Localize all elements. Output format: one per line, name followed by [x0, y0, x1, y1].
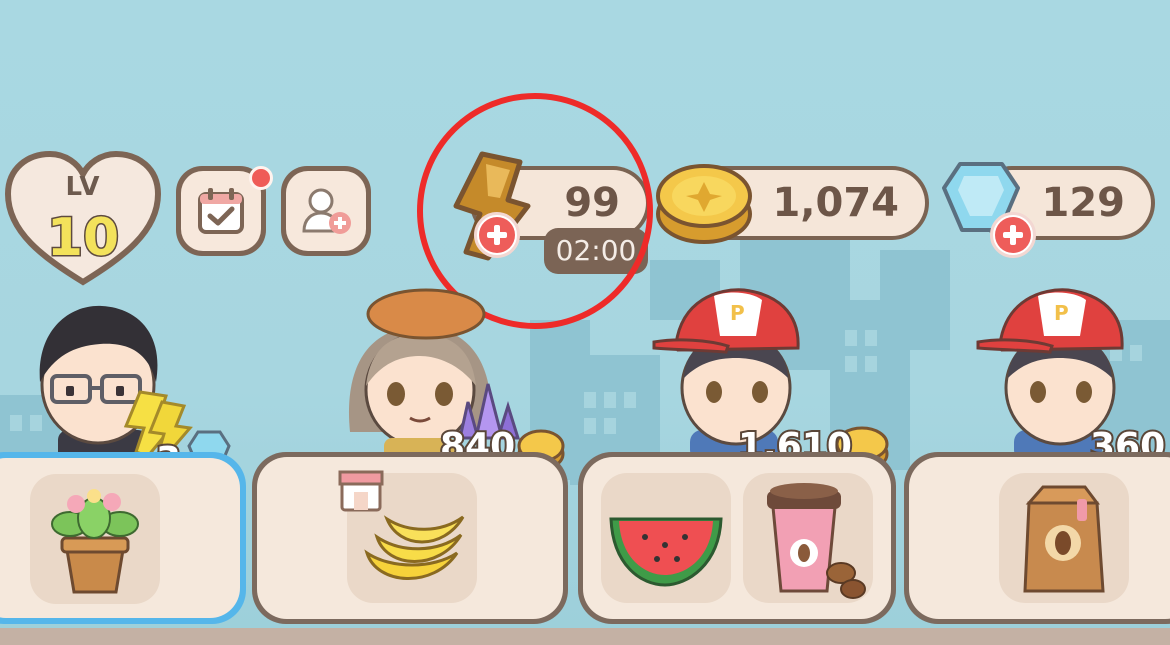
- gem-value: 129: [1041, 180, 1126, 226]
- shop-icon: [338, 470, 384, 512]
- add-gems-button[interactable]: [990, 212, 1036, 258]
- watermelon-icon: [609, 517, 723, 587]
- order-card-4[interactable]: [904, 452, 1170, 624]
- coin-stack-icon: [656, 164, 752, 244]
- level-label: LV: [65, 172, 101, 202]
- calendar-icon: [198, 188, 244, 234]
- add-friend-button[interactable]: [281, 166, 371, 256]
- order-item-slot: [743, 473, 873, 603]
- order-item-slot: [601, 473, 731, 603]
- shelf-base: [0, 628, 1170, 645]
- svg-text:P: P: [1054, 301, 1069, 325]
- add-friend-icon: [302, 188, 351, 234]
- coffee-bag-icon: [1023, 485, 1105, 593]
- coin-value: 1,074: [772, 180, 899, 226]
- order-item-slot: [30, 474, 160, 604]
- coffee-cup-icon: [767, 483, 866, 599]
- order-card-3[interactable]: [578, 452, 896, 624]
- order-item-slot: [999, 473, 1129, 603]
- svg-text:P: P: [730, 301, 745, 325]
- order-card-2[interactable]: [252, 452, 568, 624]
- potted-flower-icon: [51, 489, 139, 594]
- level-value: 10: [45, 207, 120, 270]
- plus-icon: [995, 217, 1031, 253]
- notification-dot: [249, 166, 273, 190]
- order-card-1[interactable]: [0, 452, 246, 624]
